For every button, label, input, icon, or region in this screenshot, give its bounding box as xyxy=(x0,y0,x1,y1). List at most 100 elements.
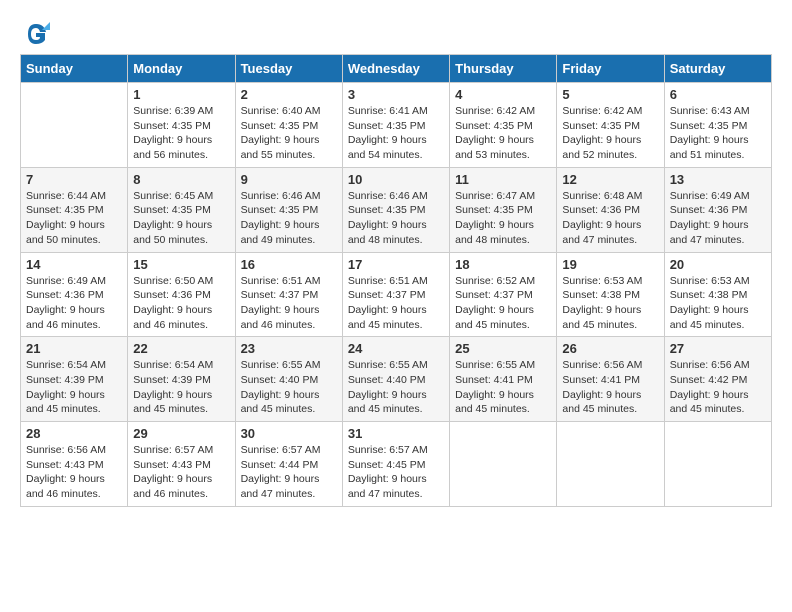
calendar-cell: 2Sunrise: 6:40 AMSunset: 4:35 PMDaylight… xyxy=(235,83,342,168)
calendar-cell: 27 Sunrise: 6:56 AMSunset: 4:42 PMDayligh… xyxy=(664,337,771,422)
calendar-cell: 30 Sunrise: 6:57 AMSunset: 4:44 PMDayligh… xyxy=(235,422,342,507)
day-info: Sunrise: 6:55 AMSunset: 4:40 PMDaylight:… xyxy=(241,358,337,417)
day-number: 4 xyxy=(455,87,551,102)
day-info: Sunrise: 6:54 AMSunset: 4:39 PMDaylight:… xyxy=(133,358,229,417)
day-info: Sunrise: 6:40 AMSunset: 4:35 PMDaylight:… xyxy=(241,104,337,163)
day-info: Sunrise: 6:52 AMSunset: 4:37 PMDaylight:… xyxy=(455,274,551,333)
weekday-header-friday: Friday xyxy=(557,55,664,83)
day-number: 16 xyxy=(241,257,337,272)
weekday-header-sunday: Sunday xyxy=(21,55,128,83)
calendar-cell: 3Sunrise: 6:41 AMSunset: 4:35 PMDaylight… xyxy=(342,83,449,168)
day-number: 21 xyxy=(26,341,122,356)
day-info: Sunrise: 6:53 AMSunset: 4:38 PMDaylight:… xyxy=(562,274,658,333)
day-info: Sunrise: 6:50 AMSunset: 4:36 PMDaylight:… xyxy=(133,274,229,333)
weekday-header-saturday: Saturday xyxy=(664,55,771,83)
day-number: 31 xyxy=(348,426,444,441)
calendar-cell: 6Sunrise: 6:43 AMSunset: 4:35 PMDaylight… xyxy=(664,83,771,168)
calendar-cell xyxy=(21,83,128,168)
calendar-cell: 15 Sunrise: 6:50 AMSunset: 4:36 PMDayligh… xyxy=(128,252,235,337)
day-number: 15 xyxy=(133,257,229,272)
calendar-cell: 24 Sunrise: 6:55 AMSunset: 4:40 PMDayligh… xyxy=(342,337,449,422)
weekday-header-monday: Monday xyxy=(128,55,235,83)
calendar-cell: 10Sunrise: 6:46 AMSunset: 4:35 PMDayligh… xyxy=(342,167,449,252)
day-number: 19 xyxy=(562,257,658,272)
calendar-table: SundayMondayTuesdayWednesdayThursdayFrid… xyxy=(20,54,772,507)
day-number: 3 xyxy=(348,87,444,102)
calendar-cell: 12 Sunrise: 6:48 AMSunset: 4:36 PMDayligh… xyxy=(557,167,664,252)
calendar-cell: 13Sunrise: 6:49 AMSunset: 4:36 PMDayligh… xyxy=(664,167,771,252)
calendar-week-5: 28Sunrise: 6:56 AMSunset: 4:43 PMDayligh… xyxy=(21,422,772,507)
day-number: 29 xyxy=(133,426,229,441)
day-number: 11 xyxy=(455,172,551,187)
weekday-header-thursday: Thursday xyxy=(450,55,557,83)
day-number: 25 xyxy=(455,341,551,356)
day-number: 24 xyxy=(348,341,444,356)
calendar-week-3: 14 Sunrise: 6:49 AMSunset: 4:36 PMDayligh… xyxy=(21,252,772,337)
day-info: Sunrise: 6:42 AMSunset: 4:35 PMDaylight:… xyxy=(562,104,658,163)
day-number: 12 xyxy=(562,172,658,187)
calendar-cell xyxy=(450,422,557,507)
calendar-body: 1 Sunrise: 6:39 AMSunset: 4:35 PMDaylight… xyxy=(21,83,772,507)
day-number: 14 xyxy=(26,257,122,272)
day-info: Sunrise: 6:55 AMSunset: 4:40 PMDaylight:… xyxy=(348,358,444,417)
day-number: 13 xyxy=(670,172,766,187)
day-info: Sunrise: 6:51 AMSunset: 4:37 PMDaylight:… xyxy=(348,274,444,333)
day-number: 9 xyxy=(241,172,337,187)
calendar-cell: 11 Sunrise: 6:47 AMSunset: 4:35 PMDayligh… xyxy=(450,167,557,252)
day-info: Sunrise: 6:56 AMSunset: 4:41 PMDaylight:… xyxy=(562,358,658,417)
calendar-cell xyxy=(664,422,771,507)
day-info: Sunrise: 6:39 AMSunset: 4:35 PMDaylight:… xyxy=(133,104,229,163)
weekday-row: SundayMondayTuesdayWednesdayThursdayFrid… xyxy=(21,55,772,83)
calendar-cell: 28Sunrise: 6:56 AMSunset: 4:43 PMDayligh… xyxy=(21,422,128,507)
day-info: Sunrise: 6:57 AMSunset: 4:45 PMDaylight:… xyxy=(348,443,444,502)
calendar-cell: 29 Sunrise: 6:57 AMSunset: 4:43 PMDayligh… xyxy=(128,422,235,507)
day-number: 28 xyxy=(26,426,122,441)
day-info: Sunrise: 6:47 AMSunset: 4:35 PMDaylight:… xyxy=(455,189,551,248)
day-info: Sunrise: 6:49 AMSunset: 4:36 PMDaylight:… xyxy=(26,274,122,333)
calendar-cell: 23 Sunrise: 6:55 AMSunset: 4:40 PMDayligh… xyxy=(235,337,342,422)
calendar-cell: 17 Sunrise: 6:51 AMSunset: 4:37 PMDayligh… xyxy=(342,252,449,337)
calendar-cell: 9 Sunrise: 6:46 AMSunset: 4:35 PMDaylight… xyxy=(235,167,342,252)
day-number: 20 xyxy=(670,257,766,272)
calendar-cell xyxy=(557,422,664,507)
calendar-cell: 22 Sunrise: 6:54 AMSunset: 4:39 PMDayligh… xyxy=(128,337,235,422)
calendar-header: SundayMondayTuesdayWednesdayThursdayFrid… xyxy=(21,55,772,83)
day-info: Sunrise: 6:57 AMSunset: 4:44 PMDaylight:… xyxy=(241,443,337,502)
day-number: 8 xyxy=(133,172,229,187)
calendar-cell: 25 Sunrise: 6:55 AMSunset: 4:41 PMDayligh… xyxy=(450,337,557,422)
calendar-week-4: 21 Sunrise: 6:54 AMSunset: 4:39 PMDayligh… xyxy=(21,337,772,422)
day-number: 30 xyxy=(241,426,337,441)
weekday-header-tuesday: Tuesday xyxy=(235,55,342,83)
day-number: 6 xyxy=(670,87,766,102)
calendar-cell: 1 Sunrise: 6:39 AMSunset: 4:35 PMDaylight… xyxy=(128,83,235,168)
page-header xyxy=(20,20,772,44)
calendar-cell: 7Sunrise: 6:44 AMSunset: 4:35 PMDaylight… xyxy=(21,167,128,252)
calendar-cell: 19 Sunrise: 6:53 AMSunset: 4:38 PMDayligh… xyxy=(557,252,664,337)
day-number: 10 xyxy=(348,172,444,187)
day-number: 23 xyxy=(241,341,337,356)
logo xyxy=(20,20,50,44)
day-info: Sunrise: 6:42 AMSunset: 4:35 PMDaylight:… xyxy=(455,104,551,163)
day-number: 26 xyxy=(562,341,658,356)
day-info: Sunrise: 6:55 AMSunset: 4:41 PMDaylight:… xyxy=(455,358,551,417)
day-info: Sunrise: 6:45 AMSunset: 4:35 PMDaylight:… xyxy=(133,189,229,248)
day-number: 17 xyxy=(348,257,444,272)
day-number: 5 xyxy=(562,87,658,102)
day-number: 27 xyxy=(670,341,766,356)
logo-icon xyxy=(22,20,50,48)
calendar-week-1: 1 Sunrise: 6:39 AMSunset: 4:35 PMDaylight… xyxy=(21,83,772,168)
calendar-cell: 18Sunrise: 6:52 AMSunset: 4:37 PMDayligh… xyxy=(450,252,557,337)
calendar-cell: 14 Sunrise: 6:49 AMSunset: 4:36 PMDayligh… xyxy=(21,252,128,337)
day-info: Sunrise: 6:46 AMSunset: 4:35 PMDaylight:… xyxy=(241,189,337,248)
day-number: 1 xyxy=(133,87,229,102)
calendar-cell: 20Sunrise: 6:53 AMSunset: 4:38 PMDayligh… xyxy=(664,252,771,337)
calendar-cell: 16 Sunrise: 6:51 AMSunset: 4:37 PMDayligh… xyxy=(235,252,342,337)
day-number: 22 xyxy=(133,341,229,356)
day-info: Sunrise: 6:57 AMSunset: 4:43 PMDaylight:… xyxy=(133,443,229,502)
calendar-cell: 31 Sunrise: 6:57 AMSunset: 4:45 PMDayligh… xyxy=(342,422,449,507)
day-info: Sunrise: 6:56 AMSunset: 4:42 PMDaylight:… xyxy=(670,358,766,417)
day-info: Sunrise: 6:48 AMSunset: 4:36 PMDaylight:… xyxy=(562,189,658,248)
weekday-header-wednesday: Wednesday xyxy=(342,55,449,83)
calendar-week-2: 7Sunrise: 6:44 AMSunset: 4:35 PMDaylight… xyxy=(21,167,772,252)
day-info: Sunrise: 6:51 AMSunset: 4:37 PMDaylight:… xyxy=(241,274,337,333)
